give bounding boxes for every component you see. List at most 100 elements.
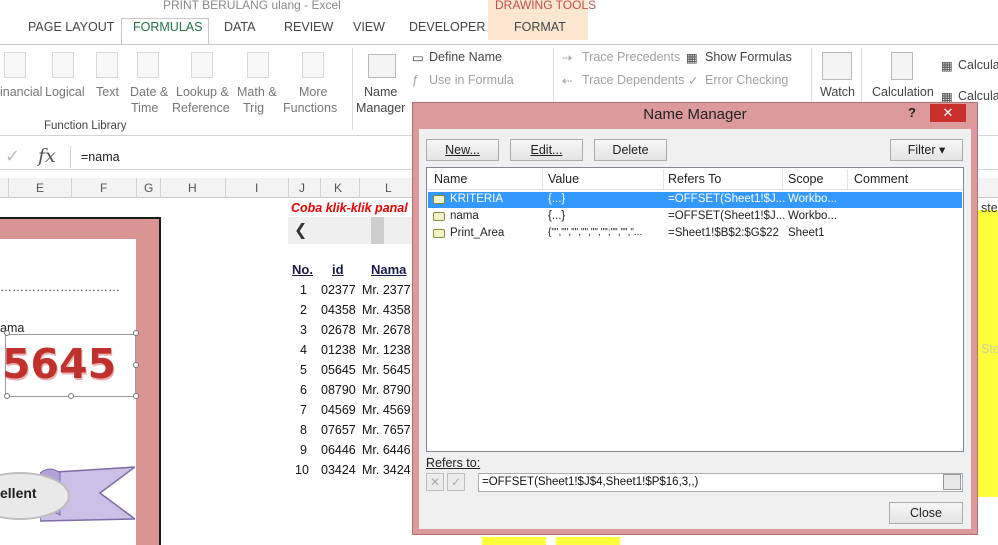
- table-cell-no[interactable]: 2: [300, 303, 307, 317]
- column-refers-to-header[interactable]: Refers To: [668, 172, 721, 186]
- table-cell-id[interactable]: 02377: [321, 283, 356, 297]
- date-time-button[interactable]: Date &: [130, 84, 168, 100]
- scrollbar-thumb[interactable]: [371, 217, 384, 244]
- column-comment-header[interactable]: Comment: [854, 172, 908, 186]
- dialog-close-icon[interactable]: ✕: [930, 104, 966, 122]
- column-value-header[interactable]: Value: [548, 172, 579, 186]
- tab-format[interactable]: FORMAT: [514, 20, 566, 34]
- calculate-sheet-button[interactable]: Calculat: [958, 89, 998, 103]
- trace-precedents-button[interactable]: Trace Precedents: [582, 50, 680, 64]
- table-cell-id[interactable]: 02678: [321, 323, 356, 337]
- logical-button[interactable]: Logical: [45, 84, 85, 100]
- table-cell-id[interactable]: 08790: [321, 383, 356, 397]
- column-header-l[interactable]: L: [385, 181, 392, 195]
- table-cell-no[interactable]: 8: [300, 423, 307, 437]
- show-formulas-icon: ▦: [686, 51, 698, 65]
- row-value: {...}: [548, 210, 566, 222]
- trace-dependents-button[interactable]: Trace Dependents: [582, 73, 684, 87]
- name-row-nama[interactable]: nama {...} =OFFSET(Sheet1!$J... Workbo..…: [428, 209, 962, 225]
- table-cell-no[interactable]: 3: [300, 323, 307, 337]
- column-header-f[interactable]: F: [100, 181, 107, 195]
- table-cell-nama[interactable]: Mr. 2377: [362, 283, 411, 297]
- name-row-print-area[interactable]: Print_Area {"","","","","","";"","","...…: [428, 226, 962, 242]
- table-cell-no[interactable]: 9: [300, 443, 307, 457]
- math-trig-button[interactable]: Math &: [237, 84, 277, 100]
- table-cell-id[interactable]: 01238: [321, 343, 356, 357]
- name-row-kriteria[interactable]: KRITERIA {...} =OFFSET(Sheet1!$J... Work…: [428, 192, 962, 208]
- yellow-cell-block: [482, 537, 546, 545]
- use-in-formula-button[interactable]: Use in Formula: [429, 73, 514, 87]
- insert-function-icon[interactable]: fx: [38, 145, 56, 167]
- define-name-button[interactable]: Define Name: [429, 50, 502, 64]
- scroll-left-arrow-icon[interactable]: ❮: [294, 220, 307, 240]
- resize-handle[interactable]: [133, 330, 139, 336]
- collapse-dialog-icon[interactable]: [943, 474, 961, 490]
- table-cell-no[interactable]: 6: [300, 383, 307, 397]
- resize-handle[interactable]: [68, 393, 74, 399]
- calculation-options-button[interactable]: Calculation: [872, 84, 934, 100]
- table-cell-no[interactable]: 4: [300, 343, 307, 357]
- more-functions-button[interactable]: More: [299, 84, 327, 100]
- table-cell-nama[interactable]: Mr. 7657: [362, 423, 411, 437]
- column-header-i[interactable]: I: [255, 181, 258, 195]
- show-formulas-button[interactable]: Show Formulas: [705, 50, 792, 64]
- column-header-g[interactable]: G: [144, 181, 153, 195]
- resize-handle[interactable]: [4, 330, 10, 336]
- column-divider: [359, 178, 360, 198]
- name-manager-button[interactable]: Name: [364, 84, 397, 100]
- enter-check-icon[interactable]: ✓: [5, 146, 20, 167]
- watch-window-button[interactable]: Watch: [820, 84, 855, 100]
- refers-to-value: =OFFSET(Sheet1!$J$4,Sheet1!$P$16,3,,): [482, 476, 699, 488]
- big-number-display: 5645: [2, 340, 117, 388]
- table-cell-id[interactable]: 05645: [321, 363, 356, 377]
- help-icon[interactable]: ?: [908, 105, 916, 120]
- formula-input[interactable]: =nama: [81, 150, 120, 164]
- column-name-header[interactable]: Name: [434, 172, 467, 186]
- formula-bar-divider: [70, 146, 71, 168]
- table-cell-nama[interactable]: Mr. 6446: [362, 443, 411, 457]
- table-cell-nama[interactable]: Mr. 4569: [362, 403, 411, 417]
- table-cell-id[interactable]: 04358: [321, 303, 356, 317]
- delete-name-button[interactable]: Delete: [594, 139, 667, 161]
- table-cell-no[interactable]: 10: [295, 463, 309, 477]
- watch-window-icon: [822, 52, 852, 80]
- column-header-j[interactable]: J: [299, 181, 305, 195]
- table-cell-no[interactable]: 1: [300, 283, 307, 297]
- column-header-e[interactable]: E: [36, 181, 44, 195]
- financial-button[interactable]: inancial: [0, 84, 42, 100]
- text-button[interactable]: Text: [96, 84, 119, 100]
- resize-handle[interactable]: [133, 393, 139, 399]
- calculate-now-button[interactable]: Calculat: [958, 58, 998, 72]
- tab-page-layout[interactable]: PAGE LAYOUT: [28, 20, 114, 34]
- tab-formulas[interactable]: FORMULAS: [133, 20, 202, 34]
- table-cell-id[interactable]: 07657: [321, 423, 356, 437]
- table-cell-no[interactable]: 7: [300, 403, 307, 417]
- tab-developer[interactable]: DEVELOPER: [409, 20, 485, 34]
- confirm-edit-icon[interactable]: ✓: [447, 473, 465, 491]
- resize-handle[interactable]: [133, 362, 139, 368]
- resize-handle[interactable]: [4, 393, 10, 399]
- column-header-h[interactable]: H: [188, 181, 197, 195]
- cancel-edit-icon[interactable]: ✕: [426, 473, 444, 491]
- tab-view[interactable]: VIEW: [353, 20, 385, 34]
- error-checking-button[interactable]: Error Checking: [705, 73, 788, 87]
- edit-name-button[interactable]: Edit...: [510, 139, 583, 161]
- tab-data[interactable]: DATA: [224, 20, 255, 34]
- table-cell-nama[interactable]: Mr. 5645: [362, 363, 411, 377]
- table-cell-nama[interactable]: Mr. 4358: [362, 303, 411, 317]
- table-cell-id[interactable]: 06446: [321, 443, 356, 457]
- tab-review[interactable]: REVIEW: [284, 20, 333, 34]
- table-cell-no[interactable]: 5: [300, 363, 307, 377]
- close-button[interactable]: Close: [889, 502, 963, 524]
- table-cell-nama[interactable]: Mr. 1238: [362, 343, 411, 357]
- table-cell-nama[interactable]: Mr. 8790: [362, 383, 411, 397]
- lookup-reference-button[interactable]: Lookup &: [176, 84, 229, 100]
- column-scope-header[interactable]: Scope: [788, 172, 823, 186]
- new-name-button[interactable]: New...: [426, 139, 499, 161]
- table-cell-nama[interactable]: Mr. 3424: [362, 463, 411, 477]
- column-header-k[interactable]: K: [334, 181, 342, 195]
- table-cell-id[interactable]: 03424: [321, 463, 356, 477]
- table-cell-id[interactable]: 04569: [321, 403, 356, 417]
- filter-dropdown[interactable]: Filter ▾: [890, 139, 963, 161]
- table-cell-nama[interactable]: Mr. 2678: [362, 323, 411, 337]
